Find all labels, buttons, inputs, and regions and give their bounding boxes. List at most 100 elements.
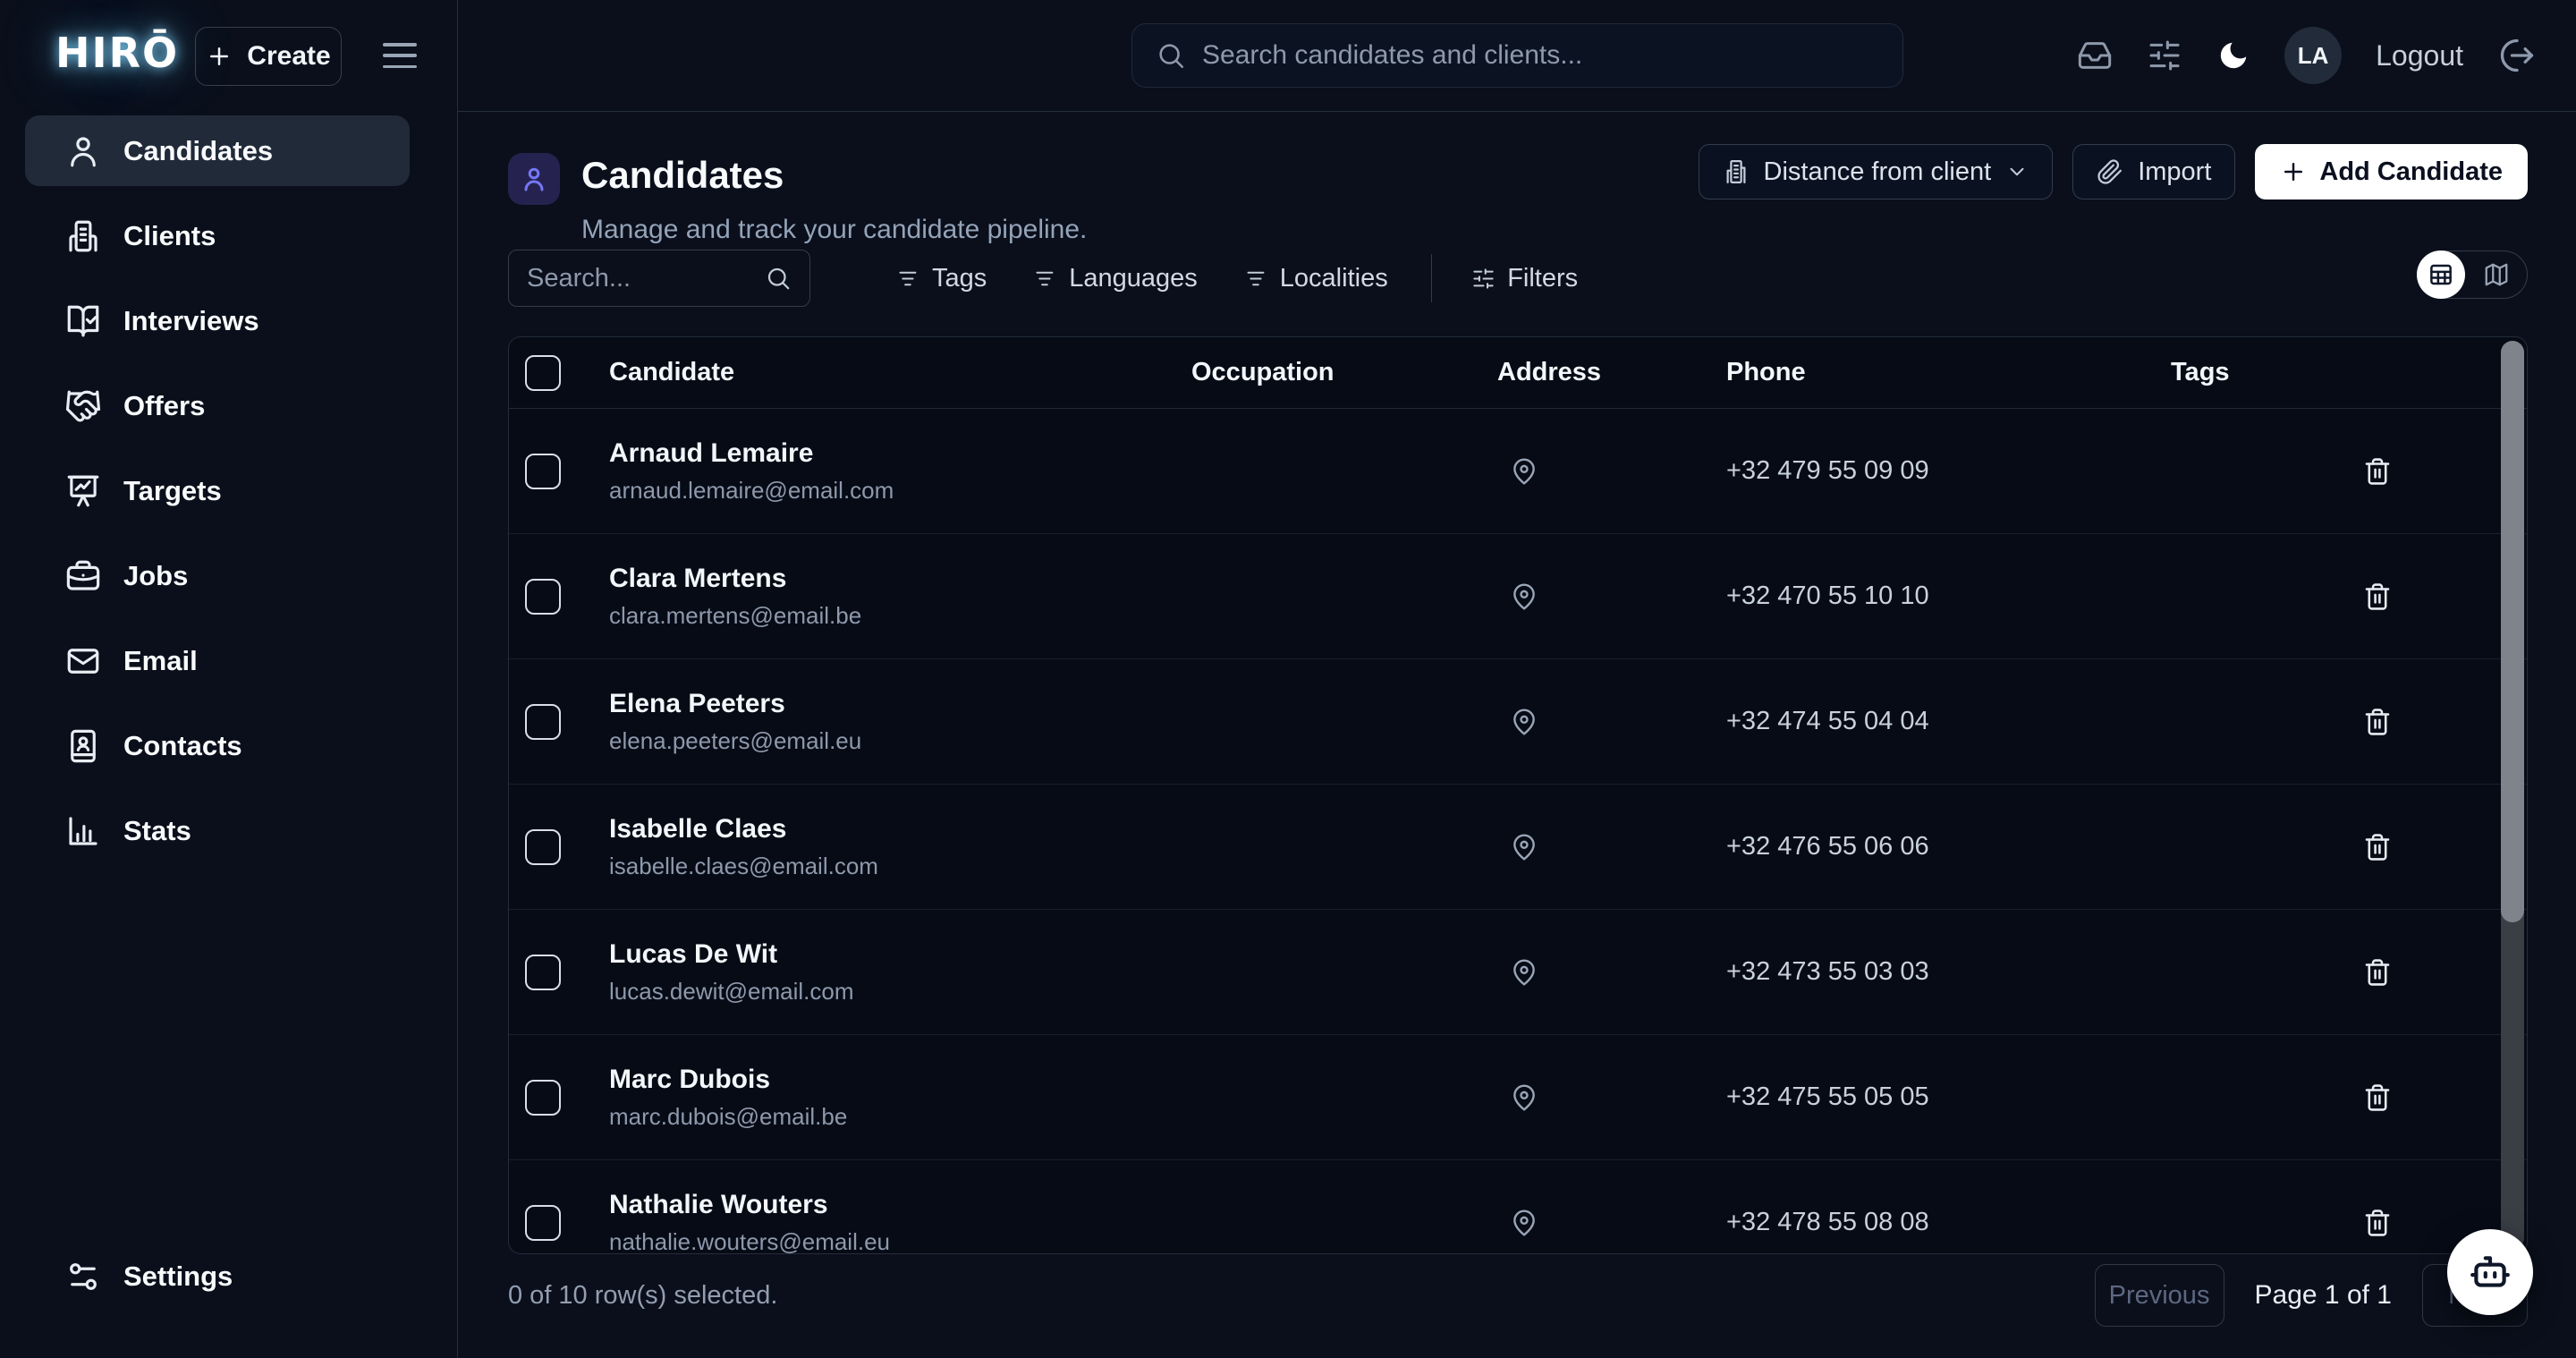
sidebar-nav: Candidates Clients Interviews Offers Tar…	[25, 115, 410, 880]
column-header-occupation[interactable]: Occupation	[1191, 358, 1497, 387]
user-icon	[64, 132, 102, 170]
delete-icon[interactable]	[2362, 455, 2393, 488]
map-pin-icon[interactable]	[1510, 1082, 1538, 1113]
delete-icon[interactable]	[2362, 831, 2393, 863]
map-pin-icon[interactable]	[1510, 832, 1538, 862]
delete-icon[interactable]	[2362, 581, 2393, 613]
table-row: Lucas De Wit lucas.dewit@email.com +32 4…	[509, 910, 2527, 1035]
row-checkbox[interactable]	[525, 955, 561, 990]
sidebar-item-settings[interactable]: Settings	[25, 1241, 410, 1311]
robot-icon	[2468, 1250, 2512, 1294]
row-checkbox[interactable]	[525, 1205, 561, 1241]
map-icon	[2483, 261, 2510, 288]
column-header-address[interactable]: Address	[1497, 358, 1726, 387]
inbox-icon[interactable]	[2077, 38, 2113, 73]
column-header-phone[interactable]: Phone	[1726, 358, 2171, 387]
header-actions: Distance from client Import Add Candidat…	[1699, 144, 2528, 199]
sidebar-item-interviews[interactable]: Interviews	[25, 285, 410, 356]
delete-icon[interactable]	[2362, 706, 2393, 738]
assistant-bot-button[interactable]	[2447, 1229, 2533, 1315]
table-row: Isabelle Claes isabelle.claes@email.com …	[509, 785, 2527, 910]
add-candidate-button[interactable]: Add Candidate	[2255, 144, 2528, 199]
table-view-button[interactable]	[2417, 250, 2465, 299]
contact-book-icon	[64, 727, 102, 765]
map-pin-icon[interactable]	[1510, 957, 1538, 988]
languages-filter-label: Languages	[1069, 264, 1198, 293]
book-check-icon	[64, 302, 102, 340]
sliders-icon	[1471, 267, 1496, 291]
sliders-icon[interactable]	[2147, 38, 2182, 73]
page-indicator: Page 1 of 1	[2255, 1280, 2392, 1311]
presentation-chart-icon	[64, 472, 102, 510]
search-icon	[1156, 40, 1186, 71]
table-search-input[interactable]: Search...	[508, 250, 810, 307]
sidebar-item-contacts[interactable]: Contacts	[25, 710, 410, 781]
sidebar-item-label: Clients	[123, 220, 216, 252]
candidate-name: Nathalie Wouters	[609, 1190, 1191, 1220]
global-search-input[interactable]: Search candidates and clients...	[1131, 23, 1903, 88]
column-header-tags[interactable]: Tags	[2171, 358, 2362, 387]
address-cell	[1497, 832, 1726, 862]
map-pin-icon[interactable]	[1510, 707, 1538, 737]
avatar-initials: LA	[2298, 42, 2329, 70]
map-pin-icon[interactable]	[1510, 456, 1538, 487]
user-icon	[518, 163, 550, 195]
distance-from-client-dropdown[interactable]: Distance from client	[1699, 144, 2054, 199]
row-checkbox[interactable]	[525, 579, 561, 615]
delete-icon[interactable]	[2362, 956, 2393, 989]
scrollbar-thumb[interactable]	[2501, 341, 2524, 922]
sidebar-settings: Settings	[25, 1241, 410, 1326]
view-toggle	[2417, 250, 2528, 299]
tags-filter-button[interactable]: Tags	[896, 264, 987, 293]
avatar[interactable]: LA	[2284, 27, 2342, 84]
delete-icon[interactable]	[2362, 1207, 2393, 1239]
import-button-label: Import	[2138, 157, 2211, 187]
import-button[interactable]: Import	[2072, 144, 2235, 199]
sidebar-item-stats[interactable]: Stats	[25, 795, 410, 866]
sidebar-item-label: Candidates	[123, 135, 273, 167]
candidate-email: clara.mertens@email.be	[609, 602, 1191, 630]
table-row: Nathalie Wouters nathalie.wouters@email.…	[509, 1160, 2527, 1254]
sidebar-item-clients[interactable]: Clients	[25, 200, 410, 271]
address-cell	[1497, 1208, 1726, 1238]
candidate-email: nathalie.wouters@email.eu	[609, 1228, 1191, 1255]
localities-filter-button[interactable]: Localities	[1244, 264, 1388, 293]
candidate-email: arnaud.lemaire@email.com	[609, 477, 1191, 505]
logout-button[interactable]: Logout	[2376, 39, 2463, 72]
sidebar-item-label: Settings	[123, 1260, 233, 1293]
column-header-candidate[interactable]: Candidate	[609, 358, 1191, 387]
logout-arrow-icon[interactable]	[2497, 36, 2537, 75]
row-checkbox[interactable]	[525, 704, 561, 740]
languages-filter-button[interactable]: Languages	[1033, 264, 1198, 293]
candidate-phone: +32 475 55 05 05	[1726, 1082, 2171, 1112]
building-icon	[64, 217, 102, 255]
sidebar-item-targets[interactable]: Targets	[25, 455, 410, 526]
page-subtitle: Manage and track your candidate pipeline…	[581, 215, 1087, 245]
row-checkbox[interactable]	[525, 1080, 561, 1116]
sidebar-item-jobs[interactable]: Jobs	[25, 540, 410, 611]
table-row: Marc Dubois marc.dubois@email.be +32 475…	[509, 1035, 2527, 1160]
funnel-lines-icon	[896, 267, 920, 291]
previous-page-button[interactable]: Previous	[2095, 1264, 2224, 1327]
funnel-lines-icon	[1244, 267, 1268, 291]
candidate-name: Marc Dubois	[609, 1065, 1191, 1095]
delete-icon[interactable]	[2362, 1082, 2393, 1114]
sidebar-item-candidates[interactable]: Candidates	[25, 115, 410, 186]
table-body: Arnaud Lemaire arnaud.lemaire@email.com …	[509, 409, 2527, 1254]
candidate-name: Lucas De Wit	[609, 939, 1191, 970]
map-pin-icon[interactable]	[1510, 1208, 1538, 1238]
select-all-checkbox[interactable]	[525, 355, 561, 391]
sidebar-item-offers[interactable]: Offers	[25, 370, 410, 441]
global-search-placeholder: Search candidates and clients...	[1202, 40, 1582, 71]
sidebar-item-email[interactable]: Email	[25, 625, 410, 696]
map-pin-icon[interactable]	[1510, 581, 1538, 612]
table-row: Elena Peeters elena.peeters@email.eu +32…	[509, 659, 2527, 785]
dark-mode-toggle-icon[interactable]	[2216, 38, 2250, 72]
filters-button[interactable]: Filters	[1471, 264, 1578, 293]
table-icon	[2428, 261, 2454, 288]
map-view-button[interactable]	[2465, 261, 2527, 288]
row-checkbox[interactable]	[525, 454, 561, 489]
candidate-phone: +32 476 55 06 06	[1726, 832, 2171, 861]
tags-filter-label: Tags	[932, 264, 987, 293]
row-checkbox[interactable]	[525, 829, 561, 865]
